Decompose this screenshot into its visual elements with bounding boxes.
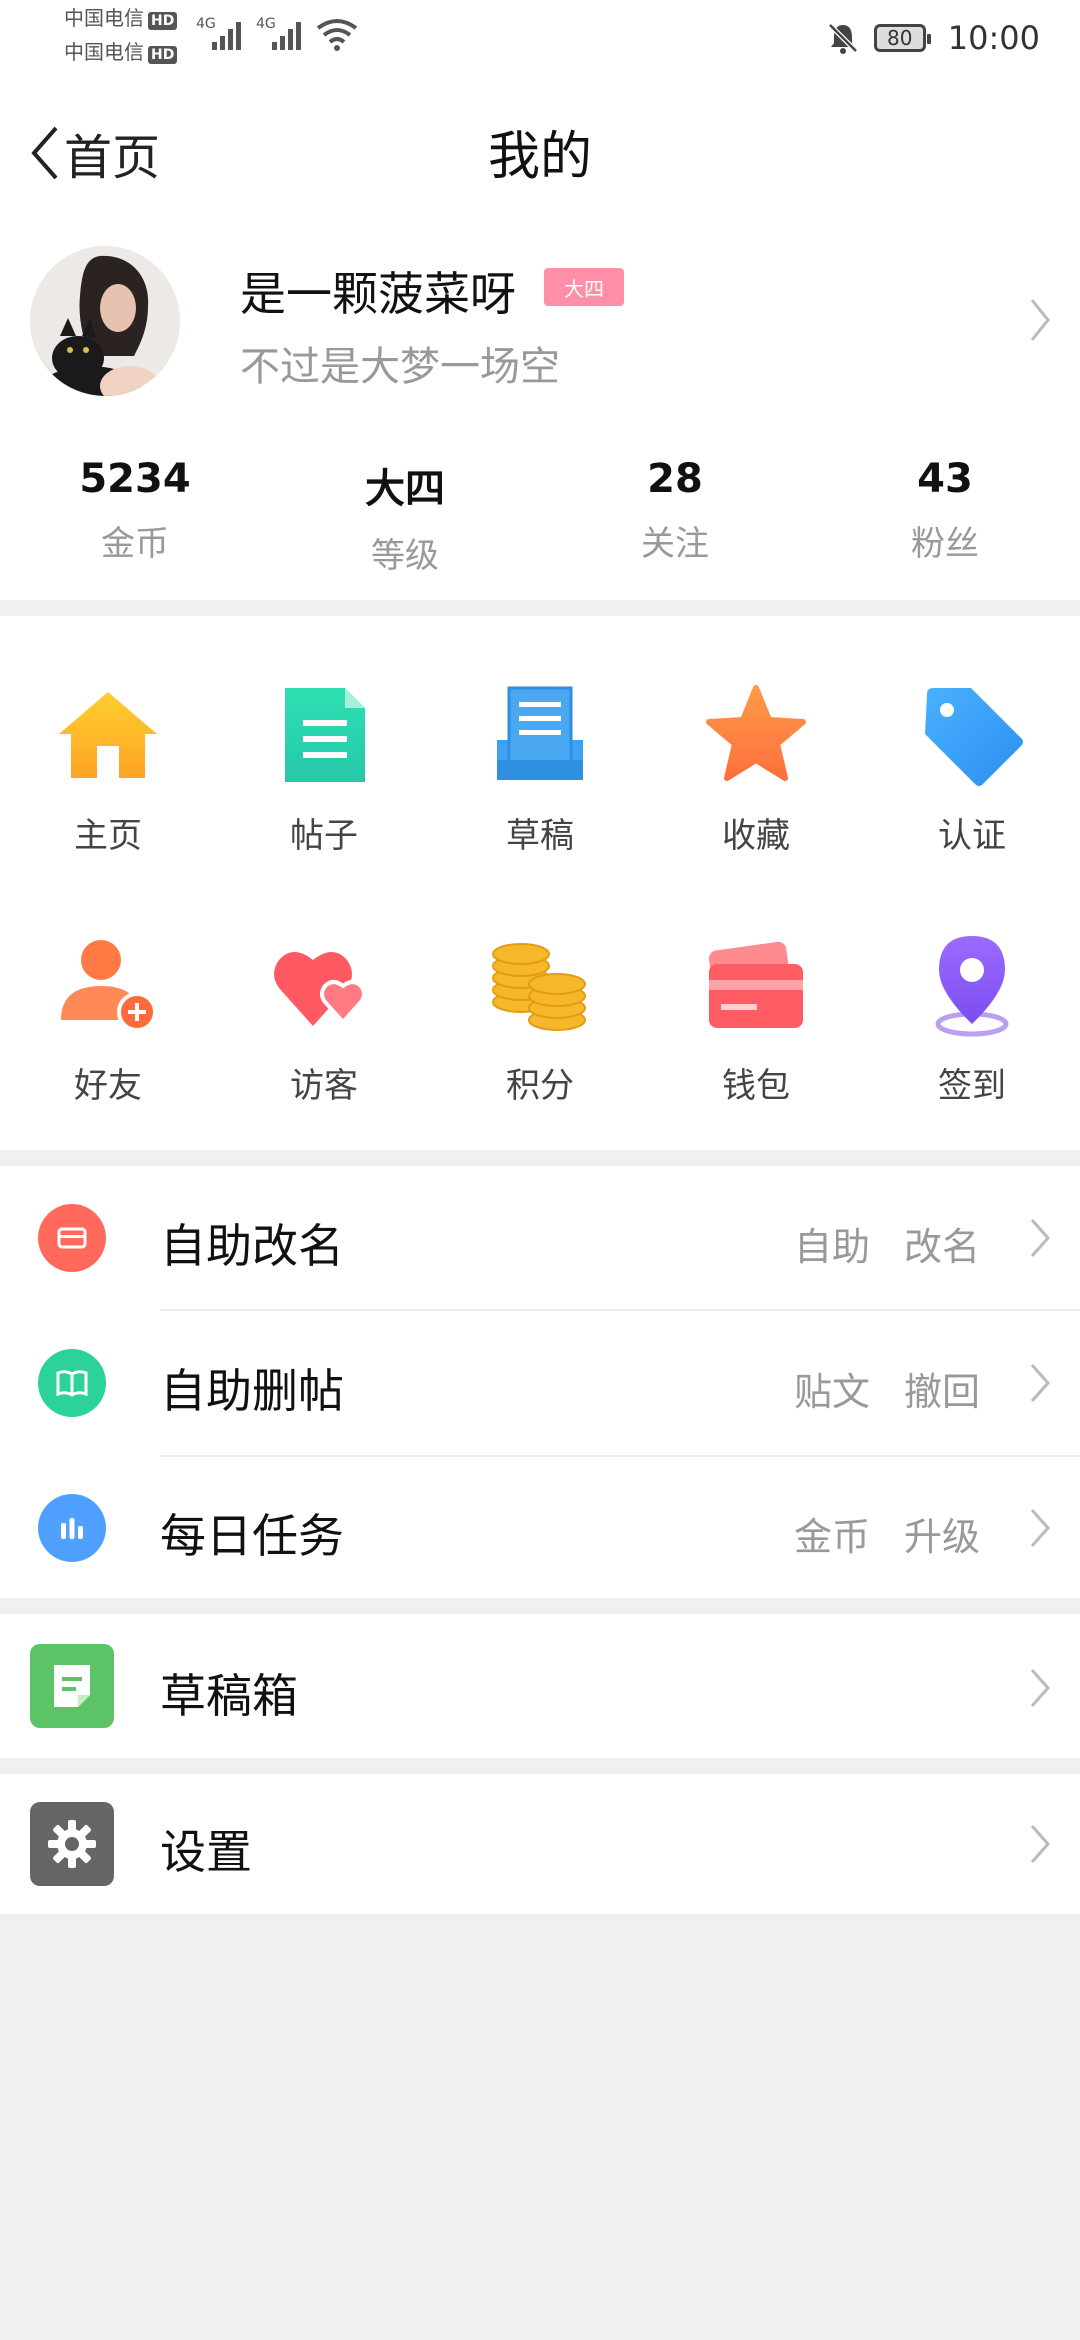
add-friend-icon xyxy=(53,930,163,1040)
list-title: 自助改名 xyxy=(160,1219,344,1273)
chevron-right-icon xyxy=(1030,1364,1051,1402)
stat-followers[interactable]: 43 粉丝 xyxy=(810,456,1080,577)
grid-label: 认证 xyxy=(938,816,1006,856)
feature-grid: 主页 帖子 草稿 收藏 认证 好友 访客 积分 钱包 签到 xyxy=(0,616,1080,1150)
network-type-2: 4G xyxy=(256,16,276,32)
stat-value: 大四 xyxy=(365,466,445,512)
stat-label: 粉丝 xyxy=(911,524,979,564)
grid-label: 签到 xyxy=(938,1066,1006,1106)
stat-value: 43 xyxy=(917,456,973,502)
stat-label: 等级 xyxy=(371,536,439,576)
battery-level: 80 xyxy=(887,26,913,50)
grid-label: 草稿 xyxy=(506,816,574,856)
wallet-icon xyxy=(701,930,811,1040)
list-tags: 贴文 撤回 xyxy=(760,1361,980,1416)
stat-label: 关注 xyxy=(641,524,709,564)
battery-icon: 80 xyxy=(873,24,931,52)
home-icon xyxy=(53,680,163,790)
level-badge: 大四 xyxy=(544,268,624,306)
grid-label: 帖子 xyxy=(290,816,358,856)
grid-item-drafts[interactable]: 草稿 xyxy=(432,680,648,857)
grid-item-verify[interactable]: 认证 xyxy=(864,680,1080,857)
card-icon xyxy=(38,1204,106,1272)
user-bio: 不过是大梦一场空 xyxy=(240,344,560,390)
grid-label: 钱包 xyxy=(722,1066,790,1106)
grid-item-checkin[interactable]: 签到 xyxy=(864,930,1080,1107)
chevron-right-icon xyxy=(1030,1669,1051,1707)
bar-chart-icon xyxy=(38,1494,106,1562)
grid-label: 主页 xyxy=(74,816,142,856)
carrier-2-label: 中国电信 xyxy=(64,40,144,64)
document-icon xyxy=(269,680,379,790)
list-item-draft-box[interactable]: 草稿箱 xyxy=(0,1614,1080,1758)
profile-card[interactable]: 是一颗菠菜呀 大四 不过是大梦一场空 5234 金币 大四 等级 28 关注 4… xyxy=(0,220,1080,600)
status-right: 80 10:00 xyxy=(826,14,1040,62)
page-title: 我的 xyxy=(487,127,592,187)
tag: 撤回 xyxy=(903,1370,980,1414)
stat-value: 28 xyxy=(647,456,703,502)
coins-icon xyxy=(485,930,595,1040)
star-icon xyxy=(701,680,811,790)
draft-tray-icon xyxy=(485,680,595,790)
list-tags: 自助 改名 xyxy=(760,1216,980,1271)
signal-icon-2: 4G xyxy=(256,16,306,56)
stat-coins[interactable]: 5234 金币 xyxy=(0,456,270,577)
list-item-settings[interactable]: 设置 xyxy=(0,1774,1080,1914)
gear-icon xyxy=(30,1802,114,1886)
chevron-right-icon xyxy=(1030,1509,1051,1547)
hearts-icon xyxy=(269,930,379,1040)
book-icon xyxy=(38,1349,106,1417)
signal-icon-1: 4G xyxy=(196,16,246,56)
network-type-1: 4G xyxy=(196,16,216,32)
tag-icon xyxy=(917,680,1027,790)
list-item-delete-post[interactable]: 自助删帖 贴文 撤回 xyxy=(0,1311,1080,1455)
location-pin-icon xyxy=(917,930,1027,1040)
list-title: 自助删帖 xyxy=(160,1364,344,1418)
list-item-rename[interactable]: 自助改名 自助 改名 xyxy=(0,1166,1080,1310)
grid-item-posts[interactable]: 帖子 xyxy=(216,680,432,857)
service-list: 自助改名 自助 改名 自助删帖 贴文 撤回 每日任务 金币 升级 xyxy=(0,1166,1080,1598)
grid-label: 好友 xyxy=(74,1066,142,1106)
stat-following[interactable]: 28 关注 xyxy=(540,456,810,577)
list-title: 每日任务 xyxy=(160,1509,344,1563)
tag: 金币 xyxy=(793,1515,870,1559)
hd-badge-1: HD xyxy=(148,12,178,30)
grid-item-points[interactable]: 积分 xyxy=(432,930,648,1107)
user-name: 是一颗菠菜呀 xyxy=(240,267,516,321)
grid-item-friends[interactable]: 好友 xyxy=(0,930,216,1107)
tag: 自助 xyxy=(793,1225,870,1269)
grid-label: 积分 xyxy=(506,1066,574,1106)
mute-bell-icon xyxy=(828,23,858,54)
list-title: 草稿箱 xyxy=(160,1669,298,1723)
stat-level[interactable]: 大四 等级 xyxy=(270,456,540,577)
grid-item-home[interactable]: 主页 xyxy=(0,680,216,857)
clock: 10:00 xyxy=(947,19,1040,57)
list-item-daily-tasks[interactable]: 每日任务 金币 升级 xyxy=(0,1456,1080,1600)
grid-label: 访客 xyxy=(290,1066,358,1106)
status-bar: 中国电信 HD 中国电信 HD 4G 4G 80 10:00 xyxy=(0,0,1080,78)
grid-item-wallet[interactable]: 钱包 xyxy=(648,930,864,1107)
list-title: 设置 xyxy=(160,1825,252,1879)
note-icon xyxy=(30,1644,114,1728)
carrier-1-label: 中国电信 xyxy=(64,6,144,30)
stats-row: 5234 金币 大四 等级 28 关注 43 粉丝 xyxy=(0,456,1080,577)
tag: 贴文 xyxy=(793,1370,870,1414)
list-tags: 金币 升级 xyxy=(760,1506,980,1561)
tag: 升级 xyxy=(903,1515,980,1559)
carrier-2: 中国电信 HD xyxy=(64,40,178,64)
nav-bar: 首页 我的 xyxy=(0,78,1080,220)
chevron-right-icon xyxy=(1030,1219,1051,1257)
stat-label: 金币 xyxy=(101,524,169,564)
hd-badge-2: HD xyxy=(148,46,178,64)
grid-label: 收藏 xyxy=(722,816,790,856)
grid-item-visitors[interactable]: 访客 xyxy=(216,930,432,1107)
chevron-right-icon xyxy=(1030,1825,1051,1863)
carrier-1: 中国电信 HD xyxy=(64,6,178,30)
avatar[interactable] xyxy=(30,246,180,396)
grid-item-favorites[interactable]: 收藏 xyxy=(648,680,864,857)
stat-value: 5234 xyxy=(79,456,191,502)
wifi-icon xyxy=(316,18,358,56)
tag: 改名 xyxy=(903,1225,980,1269)
chevron-right-icon xyxy=(1030,299,1050,341)
